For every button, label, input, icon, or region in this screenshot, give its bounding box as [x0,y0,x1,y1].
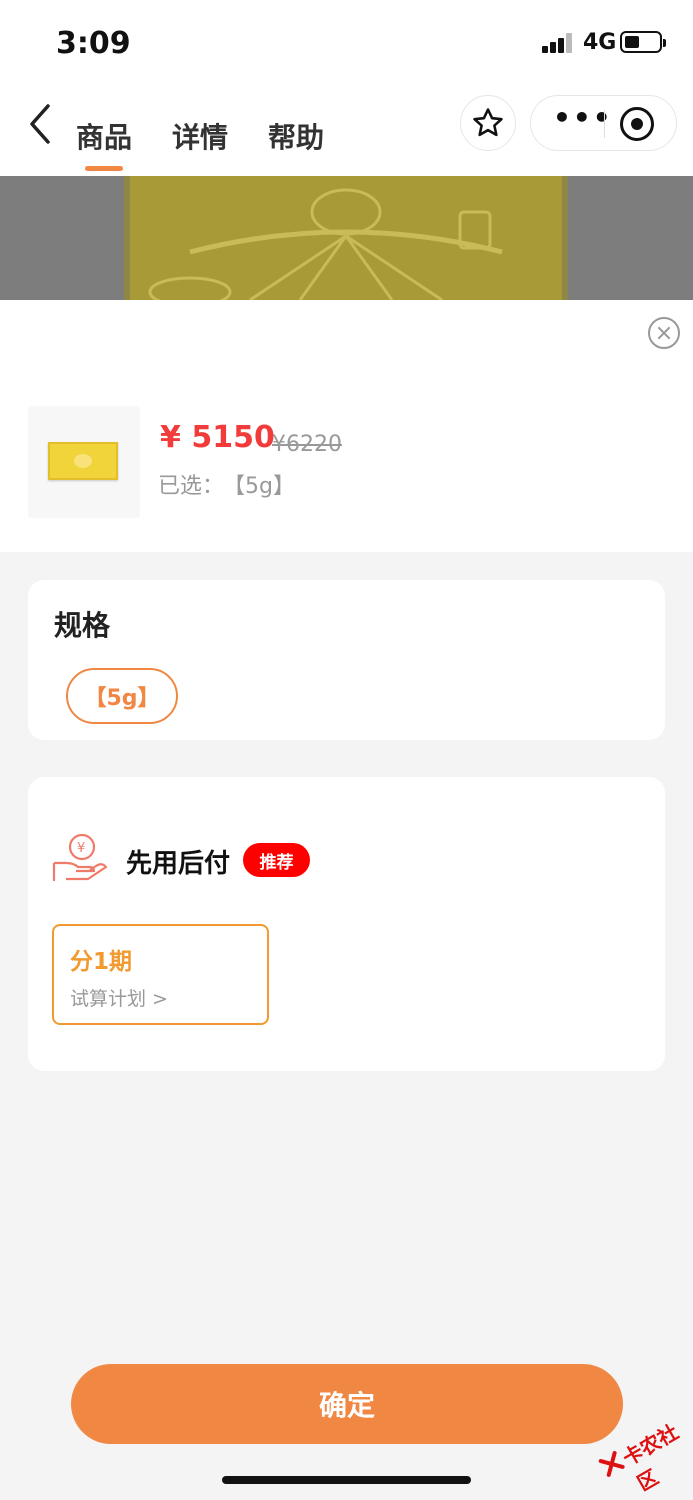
calc-plan-link[interactable]: 试算计划 > [70,984,168,1011]
battery-icon [620,31,666,53]
network-label: 4G [583,30,617,55]
selected-spec: 已选： 【5g】 [158,468,295,500]
favorite-button[interactable] [460,95,516,151]
chevron-left-icon [30,104,50,144]
current-price: ¥ 5150 [160,420,275,455]
spec-card: 规格 【5g】 [28,580,665,740]
spec-title: 规格 [54,609,111,642]
sku-sheet-header: ¥ 5150 ¥6220 已选： 【5g】 [0,300,693,552]
svg-text:¥: ¥ [77,841,85,856]
bnpl-title: 先用后付 [126,849,231,879]
tab-details[interactable]: 详情 [172,116,228,156]
payment-card: ¥ 先用后付 推荐 分1期 试算计划 > [28,777,665,1071]
home-indicator [222,1476,471,1484]
status-bar: 3:09 4G [0,0,693,88]
installment-title: 分1期 [70,949,133,975]
hand-coin-icon: ¥ [52,833,108,881]
top-nav: 商品 详情 帮助 ••• [0,88,693,176]
selected-value: 【5g】 [234,474,295,499]
installment-option[interactable]: 分1期 试算计划 > [52,924,269,1025]
product-image-backdrop [0,176,693,300]
confirm-button[interactable]: 确定 [71,1364,623,1444]
product-thumbnail [28,406,140,518]
spec-option-5g[interactable]: 【5g】 [66,668,178,724]
star-icon [473,108,503,137]
recommend-badge: 推荐 [243,843,310,877]
watermark-text: 卡农社区 [618,1419,683,1496]
gold-bar-image [124,176,568,300]
close-icon[interactable] [648,317,680,349]
selected-label: 已选： [158,474,225,499]
status-time: 3:09 [56,26,131,61]
close-miniapp-icon[interactable] [620,107,654,141]
tab-indicator [85,166,123,171]
miniapp-capsule: ••• [530,95,677,151]
back-button[interactable] [24,102,64,146]
tab-product[interactable]: 商品 [76,116,132,156]
original-price: ¥6220 [272,432,342,457]
tab-help[interactable]: 帮助 [268,116,324,156]
signal-icon [542,33,574,53]
